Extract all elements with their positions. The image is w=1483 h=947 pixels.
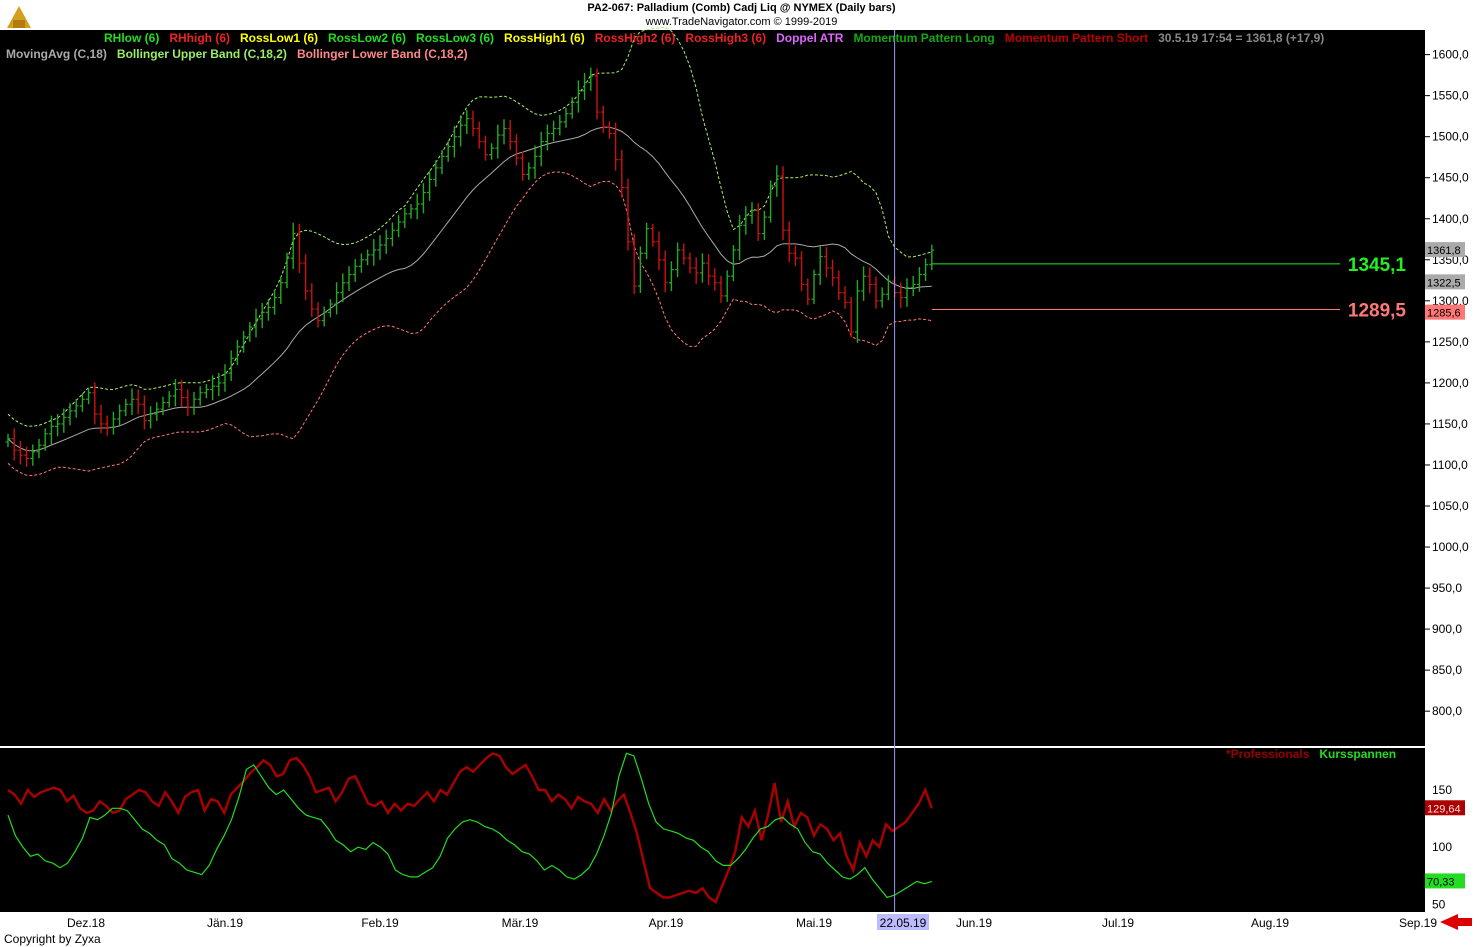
indicator-value-label: 70,33 [1427, 876, 1455, 888]
price-tick-label: 1150,0 [1432, 417, 1468, 431]
lower-legend-item: Kursspannen [1319, 747, 1397, 761]
x-tick-label: Apr.19 [649, 916, 684, 930]
indicator-legend-row1: RHlow (6) RHhigh (6) RossLow1 (6) RossLow2 … [104, 31, 1334, 45]
x-tick-label: Mär.19 [502, 916, 539, 930]
lower-legend-item: *Professionals [1226, 747, 1310, 761]
indicator-legend-row2: MovingAvg (C,18) Bollinger Upper Band (C,… [6, 47, 478, 61]
chart-canvas: 1345,1 1289,5 1600,0 1550,0 1500,0 1450,0 140… [0, 0, 1483, 947]
price-tick-label: 1550,0 [1432, 89, 1469, 103]
x-tick-label: 22.05.19 [880, 916, 927, 930]
legend-item: Bollinger Upper Band (C,18,2) [116, 47, 287, 61]
legend-item: RHlow (6) [104, 31, 160, 45]
chart-subtitle: www.TradeNavigator.com © 1999-2019 [645, 16, 838, 28]
x-tick-label: Aug.19 [1251, 916, 1289, 930]
indicator-tick-label: 150 [1432, 783, 1452, 797]
x-tick-label: Jun.19 [956, 916, 992, 930]
indicator-panel [0, 748, 1425, 912]
legend-item: RossHigh1 (6) [504, 31, 585, 45]
price-tick-label: 1250,0 [1432, 335, 1469, 349]
x-tick-label: Sep.19 [1399, 916, 1437, 930]
price-tick-label: 1000,0 [1432, 540, 1469, 554]
legend-item: RossLow3 (6) [416, 31, 495, 45]
price-tick-label: 1100,0 [1432, 458, 1468, 472]
x-tick-label: Dez.18 [67, 916, 105, 930]
price-tick-label: 1200,0 [1432, 376, 1469, 390]
indicator-tick-label: 100 [1432, 840, 1452, 854]
indicator-tick-label: 50 [1432, 897, 1446, 911]
x-tick-label: Jul.19 [1102, 916, 1134, 930]
price-tick-label: 1050,0 [1432, 499, 1469, 513]
legend-item: Momentum Pattern Long [853, 31, 995, 45]
price-tag-label: 1361,8 [1427, 245, 1461, 257]
level-label: 1345,1 [1348, 255, 1407, 276]
price-tick-label: 1400,0 [1432, 212, 1469, 226]
legend-item: Momentum Pattern Short [1004, 31, 1149, 45]
legend-item: MovingAvg (C,18) [6, 47, 107, 61]
price-panel [0, 30, 1425, 746]
legend-item: RossHigh2 (6) [594, 31, 676, 45]
legend-item: RossLow1 (6) [240, 31, 319, 45]
copyright-text: Copyright by Zyxa [4, 932, 101, 946]
x-tick-label: Feb.19 [361, 916, 399, 930]
price-tick-label: 800,0 [1432, 704, 1462, 718]
price-tick-label: 950,0 [1432, 581, 1462, 595]
legend-item: Doppel ATR [776, 31, 844, 45]
legend-item: RHhigh (6) [169, 31, 230, 45]
lower-panel-legend: *Professionals Kursspannen [1226, 747, 1406, 761]
legend-item: RossLow2 (6) [328, 31, 407, 45]
legend-item: Bollinger Lower Band (C,18,2) [296, 47, 468, 61]
price-tag-label: 1285,6 [1427, 308, 1461, 320]
price-tick-label: 1600,0 [1432, 48, 1469, 62]
x-tick-label: Jän.19 [207, 916, 243, 930]
price-tick-label: 850,0 [1432, 663, 1462, 677]
level-label: 1289,5 [1348, 300, 1407, 321]
indicator-value-label: 129,64 [1427, 803, 1461, 815]
price-tick-label: 1450,0 [1432, 171, 1469, 185]
chart-title: PA2-067: Palladium (Comb) Cadj Liq @ NYM… [587, 2, 896, 14]
price-tick-label: 1500,0 [1432, 130, 1469, 144]
price-tick-label: 900,0 [1432, 622, 1462, 636]
legend-item: RossHigh3 (6) [685, 31, 767, 45]
legend-item: 30.5.19 17:54 = 1361,8 (+17,9) [1158, 31, 1325, 45]
price-tag-label: 1322,5 [1427, 277, 1461, 289]
x-tick-label: Mai.19 [796, 916, 832, 930]
